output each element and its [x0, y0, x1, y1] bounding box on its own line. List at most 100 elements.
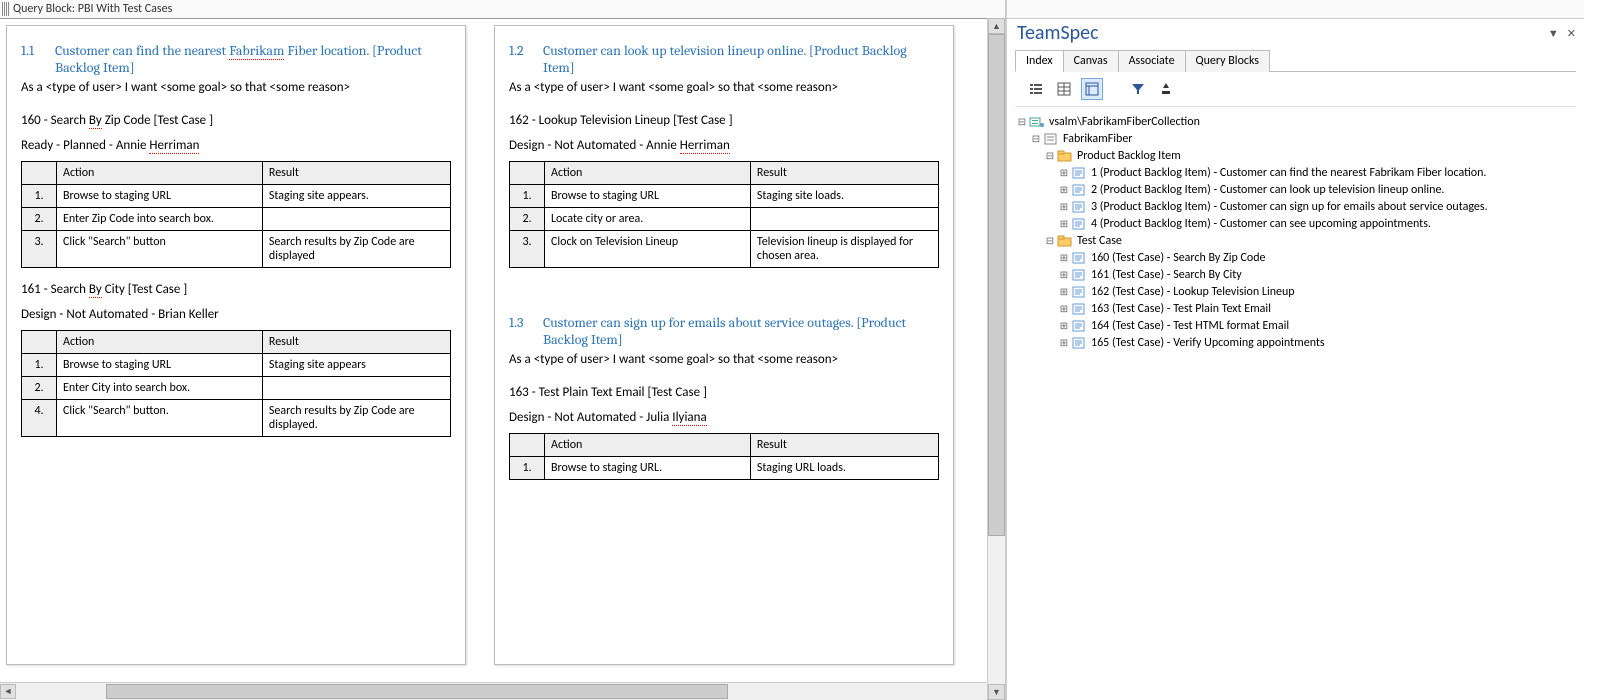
scroll-down-icon[interactable]: ▼ — [988, 684, 1005, 700]
pane-toolbar — [1015, 72, 1576, 107]
tree-node[interactable]: 4 (Product Backlog Item) - Customer can … — [1015, 215, 1576, 232]
tree-node[interactable]: 165 (Test Case) - Verify Upcoming appoin… — [1015, 334, 1576, 351]
tab-associate[interactable]: Associate — [1118, 50, 1186, 72]
pbi-heading: 1.1Customer can find the nearest Fabrika… — [21, 42, 451, 76]
testcase-title: 161 - Search By City [Test Case ] — [21, 282, 451, 297]
scroll-track[interactable] — [16, 684, 989, 699]
scroll-track[interactable] — [988, 34, 1005, 684]
wi-icon — [1071, 251, 1087, 265]
scroll-thumb[interactable] — [106, 684, 728, 699]
tree-node[interactable]: 162 (Test Case) - Lookup Television Line… — [1015, 283, 1576, 300]
col-action: Action — [545, 434, 751, 457]
col-result: Result — [262, 162, 450, 185]
pbi-heading: 1.2Customer can look up television lineu… — [509, 42, 939, 76]
grip-icon[interactable] — [2, 2, 10, 16]
table-row: 2.Locate city or area. — [510, 208, 939, 231]
wi-icon — [1071, 319, 1087, 333]
testcase-title: 160 - Search By Zip Code [Test Case ] — [21, 113, 451, 128]
tree-node[interactable]: 163 (Test Case) - Test Plain Text Email — [1015, 300, 1576, 317]
tree-node[interactable]: 1 (Product Backlog Item) - Customer can … — [1015, 164, 1576, 181]
tree-label: 2 (Product Backlog Item) - Customer can … — [1089, 183, 1444, 197]
expand-icon[interactable] — [1057, 183, 1071, 197]
scroll-left-icon[interactable]: ◄ — [0, 684, 16, 699]
tree-node[interactable]: 164 (Test Case) - Test HTML format Email — [1015, 317, 1576, 334]
tree-node[interactable]: 3 (Product Backlog Item) - Customer can … — [1015, 198, 1576, 215]
tree-label: 163 (Test Case) - Test Plain Text Email — [1089, 302, 1271, 316]
steps-table: ActionResult1.Browse to staging URLStagi… — [21, 330, 451, 437]
vertical-scrollbar[interactable]: ▲ ▼ — [987, 18, 1005, 700]
step-result: Staging site appears. — [262, 185, 450, 208]
table-row: 1.Browse to staging URLStaging site appe… — [22, 354, 451, 377]
proj-icon — [1043, 132, 1059, 146]
pbi-body: As a <type of user> I want <some goal> s… — [509, 352, 939, 367]
expand-icon[interactable] — [1057, 200, 1071, 214]
col-result: Result — [750, 162, 938, 185]
collapse-icon[interactable] — [1029, 132, 1043, 146]
step-action: Enter City into search box. — [57, 377, 263, 400]
heading-title: Customer can find the nearest Fabrikam F… — [55, 42, 451, 76]
pbi-heading: 1.3Customer can sign up for emails about… — [509, 314, 939, 348]
expand-icon[interactable] — [1057, 217, 1071, 231]
wi-icon — [1071, 217, 1087, 231]
heading-title: Customer can look up television lineup o… — [543, 42, 939, 76]
step-result: Staging site loads. — [750, 185, 938, 208]
insert-icon[interactable] — [1155, 78, 1177, 100]
table-row: 1.Browse to staging URL.Staging URL load… — [510, 457, 939, 480]
expand-icon[interactable] — [1057, 268, 1071, 282]
expand-icon[interactable] — [1057, 319, 1071, 333]
tab-query-blocks[interactable]: Query Blocks — [1185, 50, 1270, 72]
steps-table: ActionResult1.Browse to staging URLStagi… — [21, 161, 451, 268]
page[interactable]: 1.2Customer can look up television lineu… — [494, 25, 954, 665]
tree-node[interactable]: 2 (Product Backlog Item) - Customer can … — [1015, 181, 1576, 198]
table-row: 1.Browse to staging URLStaging site appe… — [22, 185, 451, 208]
expand-icon[interactable] — [1057, 166, 1071, 180]
expand-icon[interactable] — [1057, 336, 1071, 350]
steps-table: ActionResult1.Browse to staging URL.Stag… — [509, 433, 939, 480]
tree-label: 161 (Test Case) - Search By City — [1089, 268, 1242, 282]
step-num: 2. — [22, 377, 57, 400]
step-num: 1. — [22, 185, 57, 208]
step-action: Enter Zip Code into search box. — [57, 208, 263, 231]
collapse-icon[interactable] — [1043, 234, 1057, 248]
tab-canvas[interactable]: Canvas — [1063, 50, 1119, 72]
horizontal-scrollbar[interactable]: ◄ ► — [0, 682, 1005, 700]
wi-icon — [1071, 285, 1087, 299]
view-table-icon[interactable] — [1053, 78, 1075, 100]
wi-icon — [1071, 183, 1087, 197]
filter-icon[interactable] — [1127, 78, 1149, 100]
view-list-icon[interactable] — [1025, 78, 1047, 100]
tree-node[interactable]: Product Backlog Item — [1015, 147, 1576, 164]
table-row: 4.Click "Search" button.Search results b… — [22, 400, 451, 437]
collapse-icon[interactable] — [1015, 115, 1029, 129]
expand-icon[interactable] — [1057, 251, 1071, 265]
expand-icon[interactable] — [1057, 302, 1071, 316]
pbi-body: As a <type of user> I want <some goal> s… — [21, 80, 451, 95]
testcase-status: Design - Not Automated - Julia Ilyiana — [509, 410, 939, 425]
step-num: 4. — [22, 400, 57, 437]
col-result: Result — [750, 434, 938, 457]
tree-node[interactable]: 161 (Test Case) - Search By City — [1015, 266, 1576, 283]
expand-icon[interactable] — [1057, 285, 1071, 299]
tree-node[interactable]: 160 (Test Case) - Search By Zip Code — [1015, 249, 1576, 266]
tree-label: 165 (Test Case) - Verify Upcoming appoin… — [1089, 336, 1325, 350]
tree-node[interactable]: vsalm\FabrikamFiberCollection — [1015, 113, 1576, 130]
collapse-icon[interactable] — [1043, 149, 1057, 163]
step-result: Search results by Zip Code are displayed — [262, 231, 450, 268]
tab-index[interactable]: Index — [1015, 50, 1064, 72]
scroll-thumb[interactable] — [988, 34, 1005, 536]
step-result — [262, 208, 450, 231]
document-body[interactable]: 1.1Customer can find the nearest Fabrika… — [0, 19, 1005, 682]
step-action: Browse to staging URL — [57, 185, 263, 208]
tree-view[interactable]: vsalm\FabrikamFiberCollectionFabrikamFib… — [1007, 107, 1584, 700]
step-num: 1. — [510, 457, 545, 480]
testcase-title: 162 - Lookup Television Lineup [Test Cas… — [509, 113, 939, 128]
scroll-up-icon[interactable]: ▲ — [988, 18, 1005, 34]
document-tab[interactable]: Query Block: PBI With Test Cases — [0, 0, 1005, 19]
tree-node[interactable]: Test Case — [1015, 232, 1576, 249]
step-action: Clock on Television Lineup — [545, 231, 751, 268]
pane-close-icon[interactable]: ✕ — [1565, 27, 1578, 40]
pane-menu-icon[interactable]: ▼ — [1546, 27, 1561, 40]
tree-node[interactable]: FabrikamFiber — [1015, 130, 1576, 147]
page[interactable]: 1.1Customer can find the nearest Fabrika… — [6, 25, 466, 665]
view-tree-icon[interactable] — [1081, 78, 1103, 100]
